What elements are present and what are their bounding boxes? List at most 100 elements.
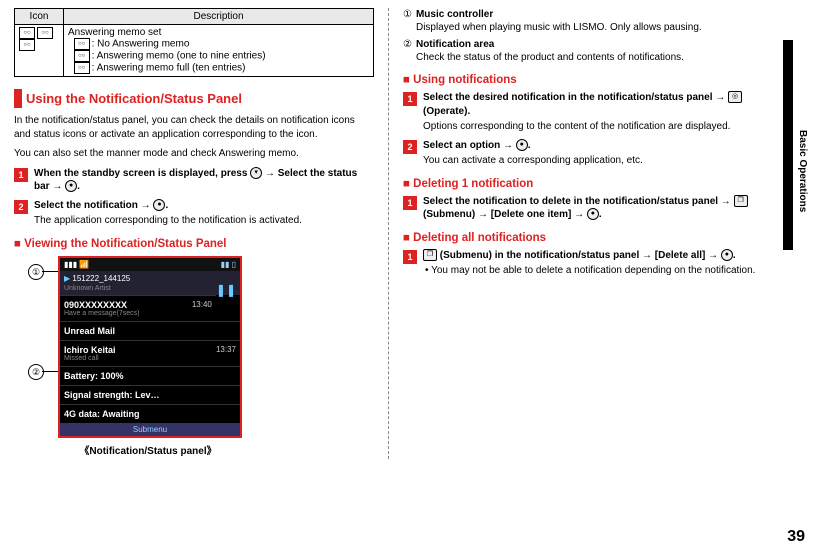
callout-line-2 (42, 371, 58, 372)
left-column: Icon Description ○○○○ ○○ Answering memo … (14, 8, 374, 459)
down-key-icon: ▾ (250, 167, 262, 179)
delall-step-num: 1 (403, 250, 417, 264)
center-key-icon-5: ● (721, 249, 733, 261)
delall-note: • You may not be able to delete a notifi… (423, 264, 763, 278)
del1-b: (Submenu) → [Delete one item] → (423, 209, 587, 220)
r1-t: Unread Mail (64, 326, 115, 336)
r2-s: Missed call (64, 355, 116, 362)
r0-time: 13:40 (192, 300, 212, 317)
using-step-num-2: 2 (403, 140, 417, 154)
item-1: ① Music controller Displayed when playin… (403, 8, 763, 34)
using-s1b: (Operate). (423, 106, 470, 117)
th-desc: Description (64, 9, 374, 25)
music-controller-row: ▶ 151222_144125 Unknown Artist ❚❚ (60, 271, 240, 295)
delall-note-text: You may not be able to delete a notifica… (431, 265, 755, 276)
submenu-key-icon-2: ❐ (423, 249, 437, 261)
step-1: 1 When the standby screen is displayed, … (14, 167, 374, 194)
desc-cell: Answering memo set ○○: No Answering memo… (64, 25, 374, 77)
heading-using: Using notifications (403, 74, 763, 86)
icon-cell: ○○○○ ○○ (15, 25, 64, 77)
center-key-icon-4: ● (587, 208, 599, 220)
memo-icon-nb: ○○ (74, 50, 90, 62)
center-key-icon-3: ● (516, 139, 528, 151)
r2-time: 13:37 (216, 345, 236, 362)
center-key-icon-2: ● (153, 199, 165, 211)
phone-figure: ① ② ▮▮▮ 📶 ▮▮ ▯ ▶ 151222_144125 Unknown A… (58, 256, 238, 457)
center-key-icon: ● (65, 180, 77, 192)
using-step-num-1: 1 (403, 92, 417, 106)
using-s2b: . (528, 140, 531, 151)
icon-table: Icon Description ○○○○ ○○ Answering memo … (14, 8, 374, 77)
heading-notif-panel: Using the Notification/Status Panel (14, 89, 374, 108)
item-2-desc: Check the status of the product and cont… (416, 52, 684, 63)
delall-b: . (733, 250, 736, 261)
step2-text-b: . (165, 200, 168, 211)
del1-c: . (599, 209, 602, 220)
del1-step-num: 1 (403, 196, 417, 210)
using-s1a: Select the desired notification in the n… (423, 92, 728, 103)
step-num-1: 1 (14, 168, 28, 182)
submenu-key-icon: ❐ (734, 195, 748, 207)
heading-delall: Deleting all notifications (403, 232, 763, 244)
item-1-num: ① (403, 8, 412, 34)
desc-title: Answering memo set (68, 27, 161, 38)
track-title: 151222_144125 (72, 274, 130, 283)
pause-icon: ❚❚ (216, 283, 236, 297)
signal-icon: ▮▮▮ 📶 (64, 260, 89, 269)
memo-icon-0b: ○○ (74, 38, 90, 50)
r2-t: Ichiro Keitai (64, 345, 116, 355)
memo-icon-full: ○○ (19, 39, 35, 51)
notif-row-4: Signal strength: Lev… (60, 385, 240, 404)
step2-sub: The application corresponding to the not… (34, 214, 374, 228)
delall-step-1: 1 ❐ (Submenu) in the notification/status… (403, 249, 763, 278)
r4-t: Signal strength: Lev… (64, 390, 160, 400)
notif-row-3: Battery: 100% (60, 366, 240, 385)
r5-t: 4G data: Awaiting (64, 409, 140, 419)
delall-a: (Submenu) in the notification/status pan… (437, 250, 721, 261)
r0-s: Have a message(7secs) (64, 310, 139, 317)
step-num-2: 2 (14, 200, 28, 214)
r0-t: 090XXXXXXXX (64, 300, 127, 310)
memo-icon-0: ○○ (19, 27, 35, 39)
desc-line3: : Answering memo full (ten entries) (92, 63, 246, 74)
notif-row-2: Ichiro KeitaiMissed call 13:37 (60, 340, 240, 366)
phone-screen: ▮▮▮ 📶 ▮▮ ▯ ▶ 151222_144125 Unknown Artis… (58, 256, 242, 438)
softkey-submenu: Submenu (60, 423, 240, 436)
memo-icon-fb: ○○ (74, 62, 90, 74)
using-s1-sub: Options corresponding to the content of … (423, 120, 763, 134)
step1-text-c: . (77, 181, 80, 192)
desc-line1: : No Answering memo (92, 39, 190, 50)
desc-line2: : Answering memo (one to nine entries) (92, 51, 266, 62)
battery-icon: ▮▮ ▯ (221, 260, 236, 269)
item-1-desc: Displayed when playing music with LISMO.… (416, 22, 702, 33)
p1: In the notification/status panel, you ca… (14, 114, 374, 141)
step-2: 2 Select the notification → ●. The appli… (14, 199, 374, 228)
callout-1: ① (28, 264, 44, 280)
phone-statusbar: ▮▮▮ 📶 ▮▮ ▯ (60, 258, 240, 271)
item-2: ② Notification area Check the status of … (403, 38, 763, 64)
del1-step-1: 1 Select the notification to delete in t… (403, 195, 763, 222)
step2-text-a: Select the notification → (34, 200, 153, 211)
using-s2-sub: You can activate a corresponding applica… (423, 154, 763, 168)
operate-key-icon: ◎ (728, 91, 742, 103)
notif-row-1: Unread Mail (60, 321, 240, 340)
right-column: ① Music controller Displayed when playin… (403, 8, 763, 459)
callout-2: ② (28, 364, 44, 380)
r3-t: Battery: 100% (64, 371, 124, 381)
column-divider (388, 8, 389, 459)
heading-viewing: Viewing the Notification/Status Panel (14, 238, 374, 250)
page-number: 39 (787, 528, 805, 546)
th-icon: Icon (15, 9, 64, 25)
track-artist: Unknown Artist (64, 285, 111, 292)
step1-text-a: When the standby screen is displayed, pr… (34, 168, 250, 179)
item-1-title: Music controller (416, 9, 493, 20)
heading-del1: Deleting 1 notification (403, 178, 763, 190)
notif-row-0: 090XXXXXXXXHave a message(7secs) 13:40 (60, 295, 216, 321)
using-step-1: 1 Select the desired notification in the… (403, 91, 763, 134)
notif-row-5: 4G data: Awaiting (60, 404, 240, 423)
item-2-title: Notification area (416, 39, 494, 50)
memo-icon-n: ○○ (37, 27, 53, 39)
using-s2a: Select an option → (423, 140, 516, 151)
callout-line-1 (42, 271, 58, 272)
del1-a: Select the notification to delete in the… (423, 196, 734, 207)
